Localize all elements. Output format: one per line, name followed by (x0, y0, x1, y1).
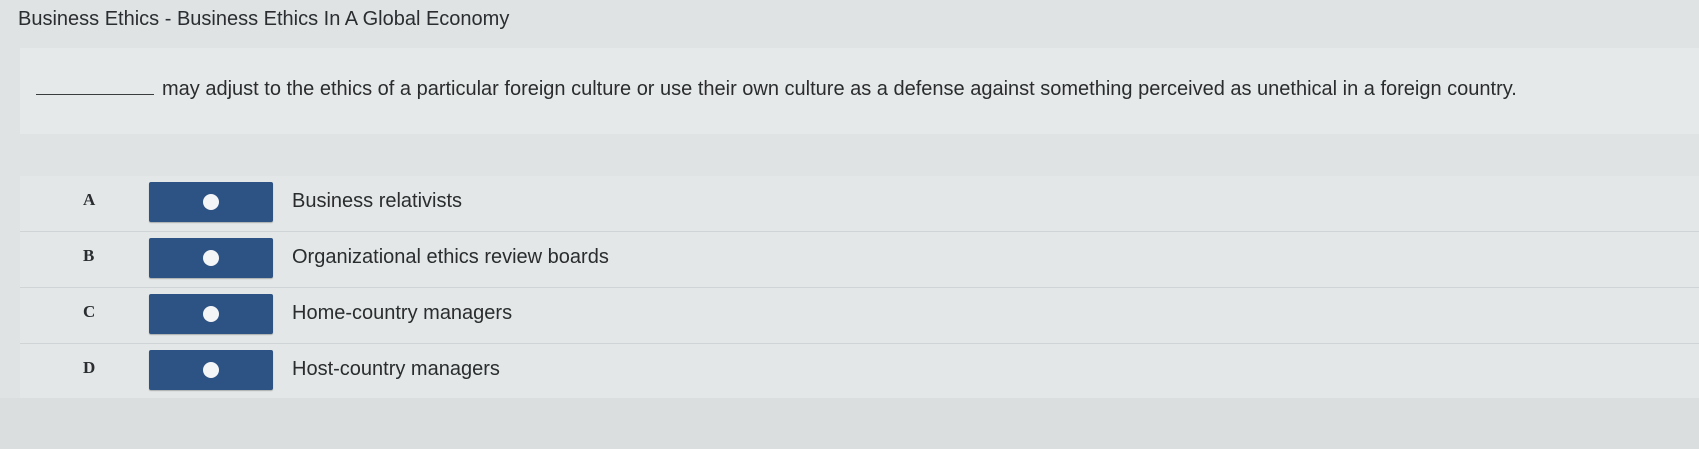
option-letter: B (83, 246, 95, 265)
option-c-radio-button[interactable] (149, 294, 273, 334)
option-label[interactable]: Home-country managers (292, 302, 512, 325)
answer-options: A Business relativists B Organizational … (20, 176, 1699, 399)
option-letter: D (83, 358, 96, 377)
question-stem: may adjust to the ethics of a particular… (162, 78, 1517, 100)
answer-blank (36, 80, 154, 95)
option-row-d[interactable]: D Host-country managers (20, 344, 1699, 399)
page-title: Business Ethics - Business Ethics In A G… (18, 8, 510, 30)
option-label[interactable]: Business relativists (292, 190, 462, 213)
option-row-c[interactable]: C Home-country managers (20, 288, 1699, 344)
footer-area (0, 398, 1699, 449)
option-letter: A (83, 190, 96, 209)
radio-dot-icon (203, 306, 219, 322)
option-b-radio-button[interactable] (149, 238, 273, 278)
option-label[interactable]: Organizational ethics review boards (292, 246, 609, 269)
radio-dot-icon (203, 194, 219, 210)
option-row-a[interactable]: A Business relativists (20, 176, 1699, 232)
option-row-b[interactable]: B Organizational ethics review boards (20, 232, 1699, 288)
option-a-radio-button[interactable] (149, 182, 273, 222)
question-text: may adjust to the ethics of a particular… (36, 78, 1517, 101)
radio-dot-icon (203, 362, 219, 378)
option-d-radio-button[interactable] (149, 350, 273, 390)
radio-dot-icon (203, 250, 219, 266)
question-panel: may adjust to the ethics of a particular… (20, 48, 1699, 134)
option-label[interactable]: Host-country managers (292, 358, 500, 381)
option-letter: C (83, 302, 96, 321)
